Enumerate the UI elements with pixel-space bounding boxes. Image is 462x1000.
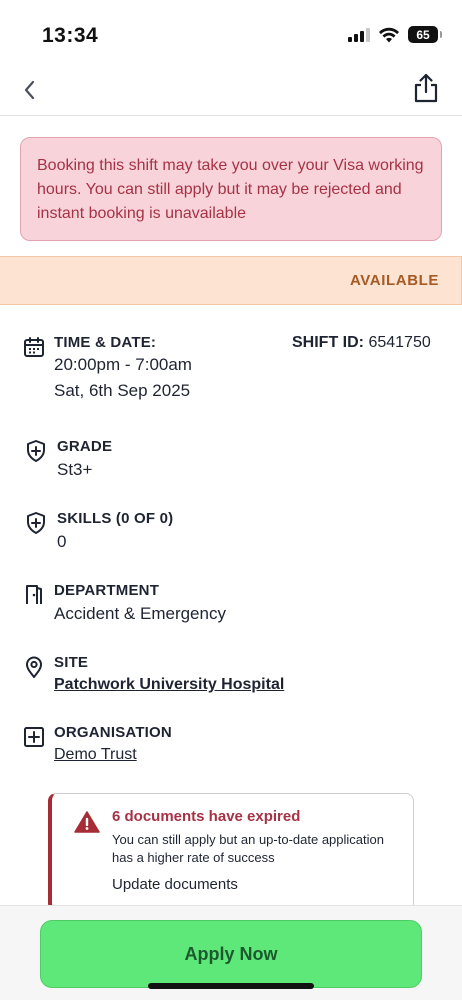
grade-value: St3+ [57, 460, 93, 479]
shield-plus-icon [27, 440, 45, 462]
time-date-label: TIME & DATE: [54, 334, 157, 351]
shift-time: 20:00pm - 7:00am [54, 355, 192, 374]
expired-documents-title: 6 documents have expired [112, 808, 301, 825]
shift-date: Sat, 6th Sep 2025 [54, 381, 191, 400]
nav-bar [0, 64, 462, 116]
battery-icon: 65 [408, 26, 442, 43]
skills-label: SKILLS (0 OF 0) [57, 510, 174, 527]
share-icon [414, 73, 438, 103]
shield-plus-icon [27, 512, 45, 534]
availability-status: AVAILABLE [349, 272, 439, 289]
organisation-link[interactable]: Demo Trust [54, 746, 137, 764]
signal-icon [348, 27, 370, 42]
department-value: Accident & Emergency [54, 604, 226, 623]
status-bar: 13:34 65 [0, 0, 462, 64]
door-icon [26, 585, 42, 604]
availability-banner: AVAILABLE [0, 256, 462, 305]
location-pin-icon [26, 656, 42, 678]
chevron-left-icon [24, 80, 35, 100]
status-time: 13:34 [42, 24, 99, 47]
plus-square-icon [24, 727, 44, 747]
organisation-label: ORGANISATION [54, 724, 172, 741]
share-button[interactable] [410, 72, 442, 104]
shift-id-value: 6541750 [368, 334, 431, 351]
home-indicator [148, 983, 314, 989]
status-icons: 65 [348, 26, 442, 43]
site-link[interactable]: Patchwork University Hospital [54, 676, 284, 694]
skills-value: 0 [57, 532, 67, 551]
shift-id: SHIFT ID: 6541750 [292, 334, 431, 352]
back-button[interactable] [16, 76, 44, 104]
grade-label: GRADE [57, 438, 113, 455]
apply-now-button[interactable]: Apply Now [40, 920, 422, 988]
expired-documents-alert: 6 documents have expired You can still a… [48, 793, 414, 911]
update-documents-link[interactable]: Update documents [112, 876, 238, 893]
site-label: SITE [54, 654, 89, 671]
warning-icon [74, 811, 100, 833]
calendar-icon [24, 337, 44, 357]
shift-id-label: SHIFT ID: [292, 334, 364, 351]
visa-warning-alert: Booking this shift may take you over you… [20, 137, 442, 241]
expired-documents-text: You can still apply but an up-to-date ap… [112, 832, 384, 865]
wifi-icon [379, 27, 399, 42]
department-label: DEPARTMENT [54, 582, 160, 599]
apply-now-label: Apply Now [184, 943, 278, 964]
